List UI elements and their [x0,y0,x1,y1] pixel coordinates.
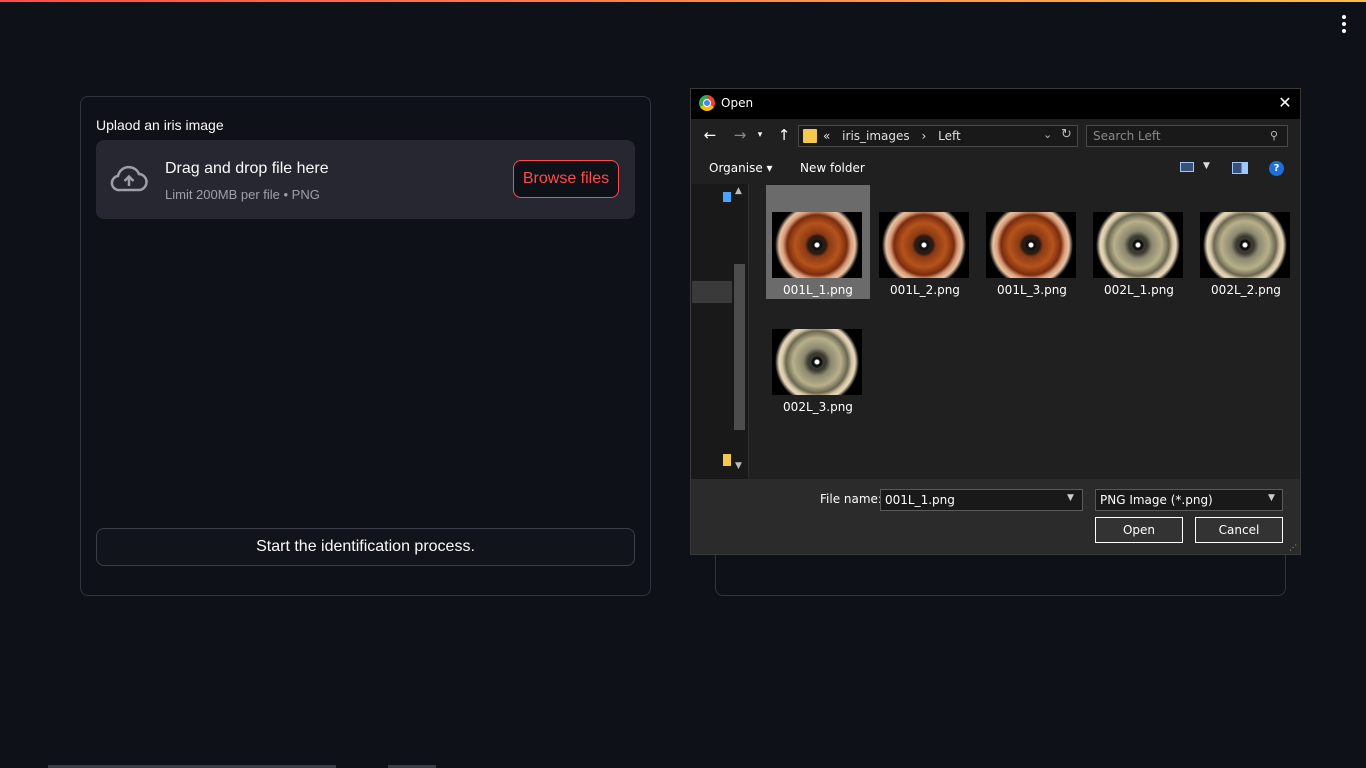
iris-thumbnail [1200,212,1290,278]
new-folder-button[interactable]: New folder [800,161,865,175]
view-options-chevron-icon[interactable]: ▼ [1203,161,1210,171]
file-list: 001L_1.png 001L_2.png 001L_3.png 002L_1.png… [750,184,1300,479]
cloud-upload-icon [110,165,148,192]
scrollbar-thumb[interactable] [734,264,745,430]
iris-thumbnail [879,212,969,278]
dropzone-limit-text: Limit 200MB per file • PNG [165,187,320,202]
address-bar[interactable]: « iris_images › Left ⌄ ↻ [798,125,1078,147]
this-pc-icon[interactable] [723,192,731,202]
iris-thumbnail [772,212,862,278]
preview-pane-icon[interactable] [1232,162,1248,174]
help-icon[interactable]: ? [1269,161,1284,176]
up-arrow-icon[interactable]: ↑ [773,125,795,145]
open-button[interactable]: Open [1095,517,1183,543]
file-name-field[interactable]: 001L_1.png ▼ [880,489,1083,511]
file-item[interactable]: 001L_2.png [873,185,977,299]
file-item[interactable]: 001L_3.png [980,185,1084,299]
breadcrumb-separator: › [921,129,927,143]
file-dropzone[interactable]: Drag and drop file here Limit 200MB per … [96,140,635,219]
iris-image [989,212,1073,278]
scroll-up-icon[interactable]: ▲ [735,186,742,196]
file-name: 002L_2.png [1211,283,1281,297]
dialog-nav-row: ← → ▾ ↑ « iris_images › Left ⌄ ↻ ⚲ [691,119,1300,151]
dialog-title: Open [721,96,754,110]
file-item[interactable]: 002L_3.png [766,302,870,416]
folder-icon [803,129,817,143]
chrome-icon [699,95,715,111]
search-icon: ⚲ [1270,129,1279,142]
close-icon[interactable]: ✕ [1277,95,1293,111]
scroll-down-icon[interactable]: ▼ [735,461,742,471]
navigation-scrollbar[interactable]: ▲ ▼ [732,184,747,479]
file-name-label: File name: [820,492,882,506]
breadcrumb-item-iris-images[interactable]: iris_images [842,129,909,143]
iris-image [1203,212,1287,278]
chevron-down-icon[interactable]: ▼ [1067,493,1074,503]
search-box[interactable]: ⚲ [1086,125,1288,147]
file-item[interactable]: 002L_2.png [1194,185,1298,299]
browse-files-button[interactable]: Browse files [513,160,619,198]
iris-thumbnail [1093,212,1183,278]
top-accent-bar [0,0,1366,2]
view-options-icon[interactable] [1180,162,1194,172]
dialog-toolbar: Organise ▾ New folder ▼ ? [691,153,1300,183]
refresh-icon[interactable]: ↻ [1061,127,1072,142]
upload-panel: Uplaod an iris image Drag and drop file … [80,96,651,596]
iris-image [775,212,859,278]
resize-grip-icon[interactable]: ⋰ [1289,543,1297,552]
breadcrumb-item-left[interactable]: Left [938,129,961,143]
file-name: 002L_3.png [783,400,853,414]
address-dropdown-chevron-icon[interactable]: ⌄ [1043,128,1052,141]
start-identification-button[interactable]: Start the identification process. [96,528,635,566]
breadcrumb-overflow[interactable]: « [823,129,830,143]
kebab-menu-icon[interactable] [1334,10,1354,38]
file-item[interactable]: 001L_1.png [766,185,870,299]
organise-menu[interactable]: Organise ▾ [709,161,773,175]
file-name: 001L_2.png [890,283,960,297]
iris-image [882,212,966,278]
iris-thumbnail [772,329,862,395]
iris-image [1096,212,1180,278]
file-name-value[interactable]: 001L_1.png [885,493,955,507]
dialog-titlebar: Open ✕ [691,89,1300,119]
dropzone-title: Drag and drop file here [165,160,329,177]
cancel-button[interactable]: Cancel [1195,517,1283,543]
dialog-footer: File name: 001L_1.png ▼ PNG Image (*.png… [691,479,1300,554]
iris-image [775,329,859,395]
file-item[interactable]: 002L_1.png [1087,185,1191,299]
file-name: 002L_1.png [1104,283,1174,297]
file-name: 001L_3.png [997,283,1067,297]
iris-thumbnail [986,212,1076,278]
breadcrumb: « iris_images › Left [823,129,969,143]
recent-locations-chevron-icon[interactable]: ▾ [753,125,767,145]
forward-arrow-icon[interactable]: → [729,125,751,145]
open-file-dialog: Open ✕ ← → ▾ ↑ « iris_images › Left ⌄ ↻ … [690,88,1301,555]
file-type-select[interactable]: PNG Image (*.png) ▼ [1095,489,1283,511]
file-type-value[interactable]: PNG Image (*.png) [1100,493,1213,507]
upload-label: Uplaod an iris image [96,117,224,133]
chevron-down-icon[interactable]: ▼ [1268,493,1275,503]
folder-icon[interactable] [723,454,731,466]
navigation-pane-selected-item[interactable] [692,281,732,303]
back-arrow-icon[interactable]: ← [699,125,721,145]
search-input[interactable] [1093,128,1263,144]
file-name: 001L_1.png [783,283,853,297]
